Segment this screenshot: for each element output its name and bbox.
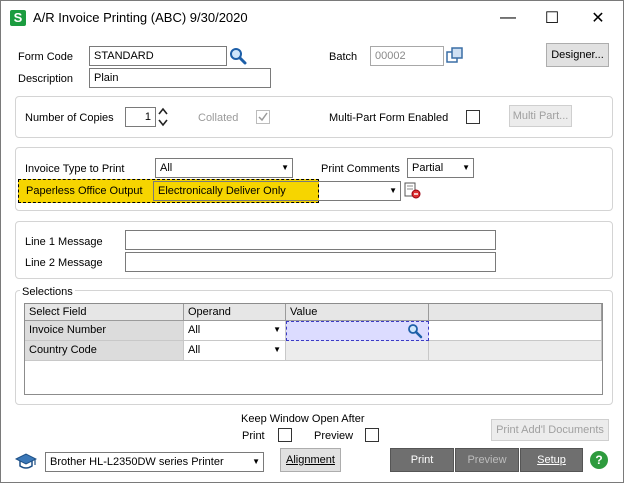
invoice-type-value: All: [160, 162, 173, 174]
chevron-down-icon: ▼: [273, 325, 281, 334]
collated-label: Collated: [198, 112, 239, 124]
number-of-copies-field[interactable]: 1: [125, 107, 156, 127]
operand-value: All: [188, 324, 201, 336]
form-code-lookup-icon[interactable]: [229, 46, 247, 66]
designer-button-label: Designer...: [551, 49, 604, 61]
multipart-checkbox[interactable]: [466, 110, 480, 124]
operand-select[interactable]: All ▼: [184, 321, 286, 341]
multipart-button-label: Multi Part...: [512, 110, 569, 122]
maximize-button[interactable]: ☐: [529, 1, 575, 35]
chevron-down-icon: ▼: [252, 457, 260, 466]
line2-message-label: Line 2 Message: [25, 257, 103, 269]
setup-button[interactable]: Setup: [520, 448, 583, 472]
column-header-select-field[interactable]: Select Field: [25, 304, 184, 321]
operand-value: All: [188, 344, 201, 356]
batch-field[interactable]: 00002: [370, 46, 444, 66]
table-row-spacer: [429, 341, 602, 361]
selections-title: Selections: [20, 285, 75, 299]
paperless-select[interactable]: Electronically Deliver Only ▼: [153, 181, 401, 201]
copies-spinner-icon[interactable]: [158, 106, 168, 128]
value-lookup-icon[interactable]: [407, 323, 423, 339]
column-header-spacer: [429, 304, 602, 321]
printer-value: Brother HL-L2350DW series Printer: [50, 456, 224, 468]
keep-open-preview-label: Preview: [314, 430, 354, 442]
close-button[interactable]: ✕: [575, 1, 621, 35]
invoice-type-select[interactable]: All ▼: [155, 158, 293, 178]
designer-button[interactable]: Designer...: [546, 43, 609, 67]
print-addl-documents-button[interactable]: Print Add'l Documents: [491, 419, 609, 441]
help-icon[interactable]: ?: [590, 451, 608, 469]
print-comments-label: Print Comments: [321, 163, 400, 175]
graduation-cap-icon[interactable]: [14, 453, 38, 471]
setup-button-label: Setup: [537, 454, 566, 466]
alignment-button[interactable]: Alignment: [280, 448, 341, 472]
line1-message-label: Line 1 Message: [25, 236, 103, 248]
invoice-printing-window: S A/R Invoice Printing (ABC) 9/30/2020 —…: [0, 0, 624, 483]
keep-open-print-checkbox[interactable]: [278, 428, 292, 442]
table-row-spacer: [429, 321, 602, 341]
chevron-down-icon: ▼: [273, 345, 281, 354]
keep-open-print-label: Print: [242, 430, 265, 442]
line1-message-field[interactable]: [125, 230, 496, 250]
line2-message-field[interactable]: [125, 252, 496, 272]
keep-open-preview-checkbox[interactable]: [365, 428, 379, 442]
chevron-down-icon: ▼: [389, 186, 397, 195]
printer-select[interactable]: Brother HL-L2350DW series Printer ▼: [45, 452, 264, 472]
multipart-label: Multi-Part Form Enabled: [329, 112, 449, 124]
selections-grid: Select Field Operand Value Invoice Numbe…: [24, 303, 603, 395]
column-header-operand[interactable]: Operand: [184, 304, 286, 321]
chevron-down-icon: ▼: [462, 163, 470, 172]
minimize-button[interactable]: —: [485, 1, 531, 35]
value-input[interactable]: [286, 341, 429, 361]
number-of-copies-label: Number of Copies: [25, 112, 114, 124]
multipart-button[interactable]: Multi Part...: [509, 105, 572, 127]
app-logo-icon: S: [10, 10, 26, 26]
print-comments-select[interactable]: Partial ▼: [407, 158, 474, 178]
preview-button[interactable]: Preview: [455, 448, 519, 472]
keep-open-label: Keep Window Open After: [241, 413, 365, 425]
print-comments-value: Partial: [412, 162, 444, 174]
print-button[interactable]: Print: [390, 448, 454, 472]
table-row-field: Invoice Number: [25, 321, 184, 341]
paperless-label: Paperless Office Output: [26, 185, 143, 197]
column-header-value[interactable]: Value: [286, 304, 429, 321]
batch-label: Batch: [329, 51, 358, 63]
description-label: Description: [18, 73, 74, 85]
print-addl-documents-label: Print Add'l Documents: [496, 424, 604, 436]
title-bar: S A/R Invoice Printing (ABC) 9/30/2020 —…: [1, 1, 623, 35]
form-code-field[interactable]: STANDARD: [89, 46, 227, 66]
invoice-type-label: Invoice Type to Print: [25, 163, 125, 175]
paperless-settings-icon[interactable]: [403, 181, 421, 199]
table-row-field: Country Code: [25, 341, 184, 361]
alignment-button-label: Alignment: [286, 454, 335, 466]
collated-checkbox[interactable]: [256, 110, 270, 124]
batch-window-icon[interactable]: [446, 47, 464, 65]
operand-select[interactable]: All ▼: [184, 341, 286, 361]
preview-button-label: Preview: [467, 454, 507, 466]
print-button-label: Print: [410, 454, 434, 466]
window-title: A/R Invoice Printing (ABC) 9/30/2020: [33, 10, 248, 25]
description-field[interactable]: Plain: [89, 68, 271, 88]
form-code-label: Form Code: [18, 51, 74, 63]
chevron-down-icon: ▼: [281, 163, 289, 172]
paperless-value: Electronically Deliver Only: [158, 185, 286, 197]
